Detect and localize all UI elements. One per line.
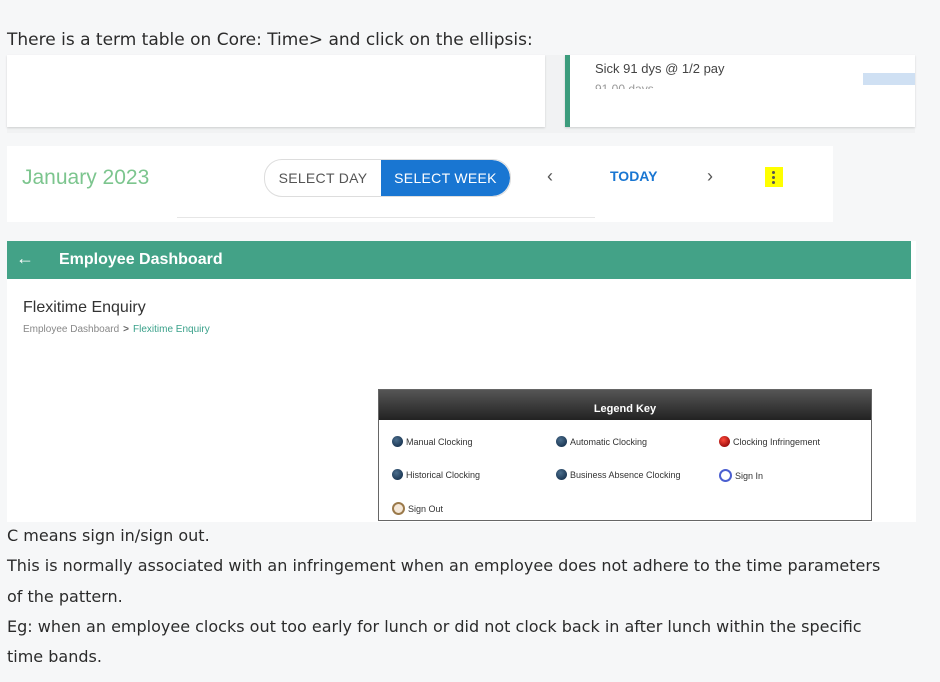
legend-key: Legend Key Manual Clocking Automatic Clo… [378, 389, 872, 521]
select-day-button[interactable]: SELECT DAY [265, 160, 381, 196]
page-title: Flexitime Enquiry [23, 299, 146, 316]
note-line: time bands. [7, 647, 102, 666]
legend-item-label: Business Absence Clocking [570, 469, 681, 480]
sick-entry-label: Sick 91 dys @ 1/2 pay [595, 61, 725, 76]
today-button[interactable]: TODAY [610, 168, 657, 184]
business-absence-clocking-icon [556, 469, 567, 480]
clocking-infringement-icon [719, 436, 730, 447]
note-line: of the pattern. [7, 587, 123, 606]
legend-item-label: Sign Out [408, 503, 444, 514]
sign-out-icon [392, 502, 405, 515]
breadcrumb-current: Flexitime Enquiry [133, 324, 210, 335]
breadcrumb-separator: > [123, 324, 130, 335]
back-arrow-icon[interactable]: ← [16, 248, 34, 269]
sign-in-icon [719, 469, 732, 482]
chevron-right-icon[interactable]: › [707, 166, 713, 187]
ellipsis-menu-icon[interactable] [765, 167, 783, 187]
note-line: C means sign in/sign out. [7, 526, 210, 545]
legend-title: Legend Key [379, 390, 871, 420]
sick-entry-days: 91.00 days [595, 83, 654, 89]
legend-item-label: Automatic Clocking [570, 436, 648, 447]
breadcrumb: Employee Dashboard > Flexitime Enquiry [23, 324, 210, 335]
app-bar-title: Employee Dashboard [59, 251, 223, 268]
calendar-divider [177, 217, 595, 218]
legend-item-sign-in: Sign In [719, 469, 763, 482]
note-line: Eg: when an employee clocks out too earl… [7, 617, 862, 636]
intro-text: There is a term table on Core: Time> and… [7, 30, 533, 50]
automatic-clocking-icon [556, 436, 567, 447]
legend-item-label: Historical Clocking [406, 469, 481, 480]
legend-item-label: Manual Clocking [406, 436, 473, 447]
app-bar: ← Employee Dashboard [7, 241, 911, 279]
legend-item-automatic-clocking: Automatic Clocking [556, 436, 647, 447]
calendar-cards-snippet: Sick 91 dys @ 1/2 pay 91.00 days [7, 55, 915, 133]
manual-clocking-icon [392, 436, 403, 447]
event-block[interactable] [863, 73, 915, 85]
legend-item-label: Clocking Infringement [733, 436, 821, 447]
month-title: January 2023 [22, 166, 150, 189]
chevron-left-icon[interactable]: ‹ [547, 166, 553, 187]
breadcrumb-root[interactable]: Employee Dashboard [23, 324, 119, 335]
legend-item-business-absence-clocking: Business Absence Clocking [556, 469, 681, 480]
note-line: This is normally associated with an infr… [7, 556, 881, 575]
employee-dashboard-panel: ← Employee Dashboard Flexitime Enquiry E… [7, 241, 916, 522]
legend-item-manual-clocking: Manual Clocking [392, 436, 473, 447]
legend-item-label: Sign In [735, 470, 764, 481]
card-accent-bar [565, 55, 570, 127]
select-week-button[interactable]: SELECT WEEK [381, 160, 510, 196]
calendar-card-right[interactable]: Sick 91 dys @ 1/2 pay 91.00 days [565, 55, 915, 127]
legend-item-clocking-infringement: Clocking Infringement [719, 436, 820, 447]
legend-item-historical-clocking: Historical Clocking [392, 469, 480, 480]
legend-item-sign-out: Sign Out [392, 502, 443, 515]
calendar-header: January 2023 SELECT DAY SELECT WEEK ‹ TO… [7, 146, 833, 222]
view-toggle: SELECT DAY SELECT WEEK [264, 159, 511, 197]
historical-clocking-icon [392, 469, 403, 480]
calendar-card-left [7, 55, 545, 127]
